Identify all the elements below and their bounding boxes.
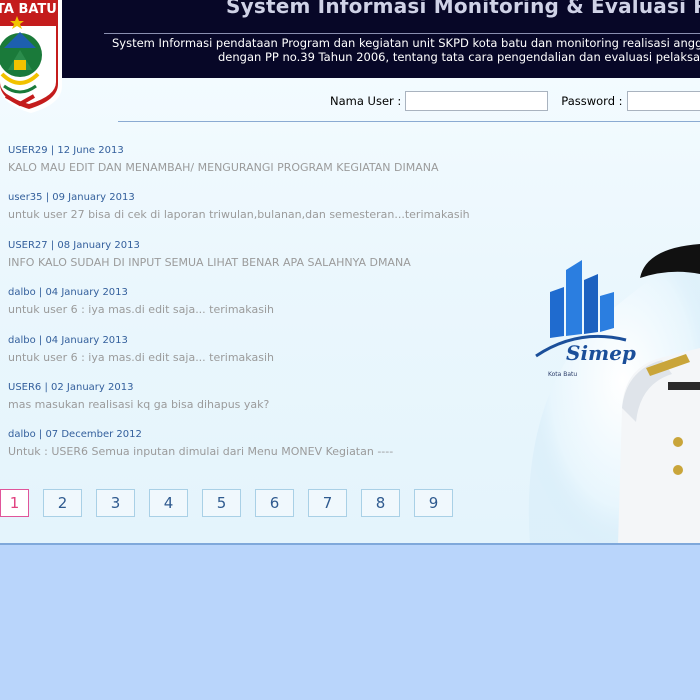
page-link-6[interactable]: 6	[255, 489, 294, 517]
header-divider	[104, 33, 700, 34]
message-text: untuk user 6 : iya mas.di edit saja... t…	[8, 350, 274, 364]
banner-artwork: Simep Kota Batu	[528, 244, 700, 543]
kota-batu-emblem-logo: TA BATU	[0, 0, 62, 113]
header-description-line2: dengan PP no.39 Tahun 2006, tentang tata…	[218, 49, 700, 64]
username-input[interactable]	[405, 91, 549, 111]
message-text: Untuk : USER6 Semua inputan dimulai dari…	[8, 445, 394, 459]
message-meta: dalbo | 04 January 2013	[8, 287, 128, 299]
message-meta: dalbo | 07 December 2012	[8, 429, 142, 441]
page-link-4[interactable]: 4	[149, 489, 188, 517]
simep-logo-subtext: Kota Batu	[548, 371, 577, 378]
header-description-line1: System Informasi pendataan Program dan k…	[112, 36, 700, 50]
page-link-1[interactable]: 1	[0, 489, 29, 517]
password-input[interactable]	[626, 91, 700, 111]
list-item: USER27 | 08 January 2013 INFO KALO SUDAH…	[8, 239, 528, 286]
page-title: System Informasi Monitoring & Evaluasi P…	[226, 0, 700, 18]
list-item: dalbo | 04 January 2013 untuk user 6 : i…	[8, 334, 528, 381]
message-text: KALO MAU EDIT DAN MENAMBAH/ MENGURANGI P…	[8, 161, 439, 174]
message-meta: USER29 | 12 June 2013	[8, 145, 124, 156]
message-meta: USER6 | 02 January 2013	[8, 381, 134, 393]
message-list: USER29 | 12 June 2013 KALO MAU EDIT DAN …	[8, 144, 528, 476]
message-meta: user35 | 09 January 2013	[8, 192, 135, 204]
pagination: 1 2 3 4 5 6 7 8 9	[0, 489, 467, 517]
message-meta: USER27 | 08 January 2013	[8, 239, 140, 251]
list-item: USER29 | 12 June 2013 KALO MAU EDIT DAN …	[8, 144, 528, 191]
message-text: INFO KALO SUDAH DI INPUT SEMUA LIHAT BEN…	[8, 255, 411, 269]
page-link-7[interactable]: 7	[308, 489, 347, 517]
page-link-9[interactable]: 9	[414, 489, 453, 517]
list-item: dalbo | 04 January 2013 untuk user 6 : i…	[8, 286, 528, 333]
username-label: Nama User :	[330, 94, 402, 108]
login-divider	[118, 121, 700, 122]
page-link-2[interactable]: 2	[43, 489, 82, 517]
emblem-text: TA BATU	[0, 2, 57, 17]
page-link-3[interactable]: 3	[96, 489, 135, 517]
page-link-8[interactable]: 8	[361, 489, 400, 517]
message-meta: dalbo | 04 January 2013	[8, 334, 128, 346]
list-item: dalbo | 07 December 2012 Untuk : USER6 S…	[8, 428, 528, 475]
message-text: untuk user 27 bisa di cek di laporan tri…	[8, 208, 470, 222]
list-item: user35 | 09 January 2013 untuk user 27 b…	[8, 191, 528, 238]
message-text: untuk user 6 : iya mas.di edit saja... t…	[8, 303, 274, 317]
login-form: Nama User : Password :	[330, 90, 700, 112]
simep-logo-text: Simep	[566, 341, 636, 365]
page-link-5[interactable]: 5	[202, 489, 241, 517]
main-content: Nama User : Password : USER29 | 12 June …	[0, 78, 700, 545]
list-item: USER6 | 02 January 2013 mas masukan real…	[8, 381, 528, 428]
page-header: System Informasi Monitoring & Evaluasi P…	[0, 0, 700, 78]
password-label: Password :	[561, 94, 623, 108]
message-text: mas masukan realisasi kq ga bisa dihapus…	[8, 397, 270, 411]
header-description: System Informasi pendataan Program dan k…	[112, 36, 700, 64]
